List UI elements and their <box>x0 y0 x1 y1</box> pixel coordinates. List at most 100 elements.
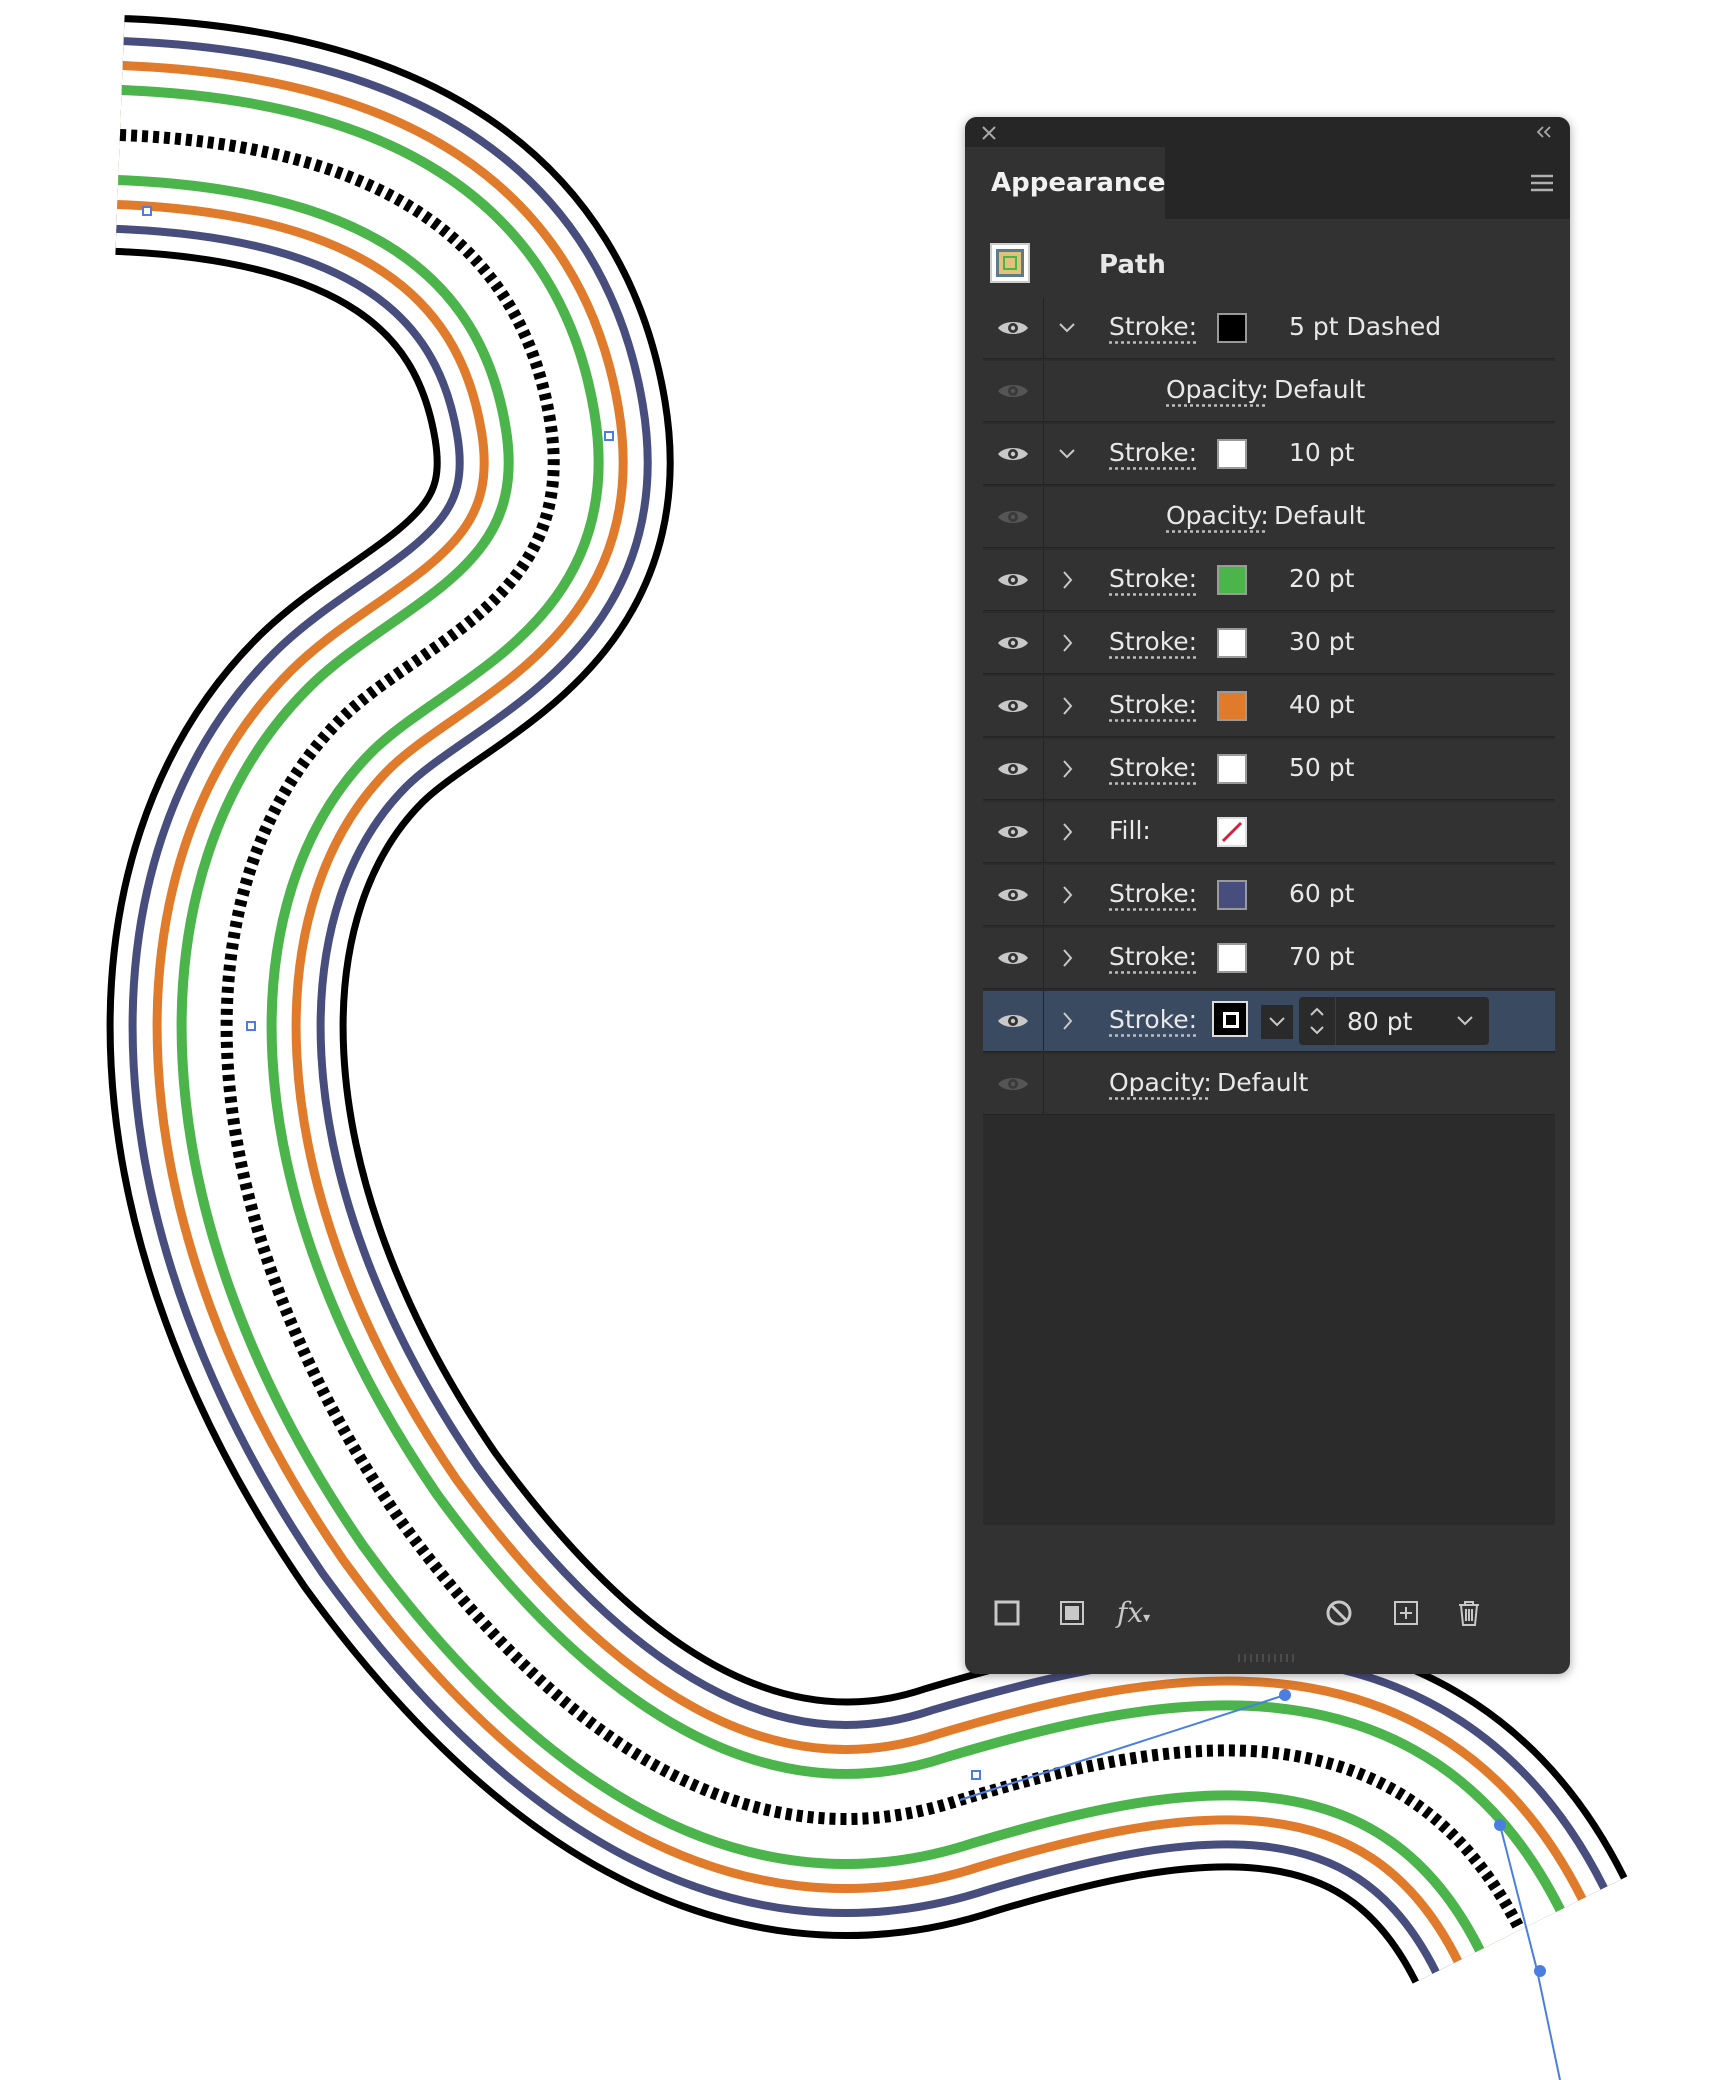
opacity-label[interactable]: Opacity: <box>1166 375 1269 404</box>
stroke-label[interactable]: Stroke: <box>1109 690 1197 719</box>
visibility-column <box>983 1054 1044 1114</box>
chevron-right-icon[interactable] <box>1055 819 1079 845</box>
chevron-right-icon[interactable] <box>1055 1008 1079 1034</box>
stroke-label[interactable]: Stroke: <box>1109 753 1197 782</box>
visibility-eye-icon[interactable] <box>996 318 1030 338</box>
stroke-row[interactable]: Stroke: 40 pt <box>983 676 1555 737</box>
close-icon[interactable] <box>979 123 999 143</box>
stroke-weight-text: 50 pt <box>1289 753 1355 782</box>
opacity-row[interactable]: Opacity: Default <box>983 361 1555 422</box>
visibility-eye-icon[interactable] <box>996 1074 1030 1094</box>
stroke-color-swatch[interactable] <box>1217 628 1247 658</box>
path-thumbnail-icon <box>990 243 1030 283</box>
stroke-color-swatch[interactable] <box>1217 880 1247 910</box>
visibility-column <box>983 928 1044 988</box>
stroke-row[interactable]: Stroke: 70 pt <box>983 928 1555 989</box>
swatch-dropdown-chevron-icon[interactable] <box>1261 1005 1293 1039</box>
panel-titlebar[interactable] <box>965 117 1570 147</box>
stroke-color-swatch[interactable] <box>1217 754 1247 784</box>
chevron-right-icon[interactable] <box>1055 945 1079 971</box>
opacity-value: Default <box>1274 501 1366 530</box>
chevron-right-icon[interactable] <box>1055 630 1079 656</box>
opacity-label[interactable]: Opacity: <box>1166 501 1269 530</box>
path-label: Path <box>1099 250 1166 280</box>
fill-label[interactable]: Fill: <box>1109 816 1151 845</box>
weight-dropdown-chevron-icon[interactable] <box>1447 1003 1483 1039</box>
stroke-weight-text: 20 pt <box>1289 564 1355 593</box>
stroke-weight-text: 30 pt <box>1289 627 1355 656</box>
visibility-column <box>983 802 1044 862</box>
stroke-weight-field[interactable]: 80 pt <box>1299 997 1489 1045</box>
stepper-arrows-icon[interactable] <box>1305 1003 1329 1039</box>
stroke-label[interactable]: Stroke: <box>1109 879 1197 908</box>
visibility-eye-icon[interactable] <box>996 507 1030 527</box>
stroke-color-swatch[interactable] <box>1217 565 1247 595</box>
chevron-down-icon[interactable] <box>1055 441 1079 467</box>
stroke-color-swatch[interactable] <box>1217 691 1247 721</box>
fx-icon[interactable]: fx▾ <box>1117 1597 1167 1629</box>
stroke-row[interactable]: Stroke: 30 pt <box>983 613 1555 674</box>
visibility-column <box>983 361 1044 421</box>
stroke-color-swatch[interactable] <box>1217 943 1247 973</box>
visibility-column <box>983 991 1044 1051</box>
stroke-label[interactable]: Stroke: <box>1109 1005 1197 1034</box>
opacity-row[interactable]: Opacity: Default <box>983 1054 1555 1115</box>
visibility-column <box>983 298 1044 358</box>
stroke-row[interactable]: Stroke: 80 pt <box>983 991 1555 1052</box>
visibility-eye-icon[interactable] <box>996 633 1030 653</box>
visibility-eye-icon[interactable] <box>996 444 1030 464</box>
tab-appearance[interactable]: Appearance <box>965 147 1165 219</box>
stroke-label[interactable]: Stroke: <box>1109 312 1197 341</box>
path-header-row[interactable]: Path <box>983 234 1555 299</box>
stroke-color-swatch[interactable] <box>1217 439 1247 469</box>
opacity-value: Default <box>1274 375 1366 404</box>
stroke-swatch-selected[interactable] <box>1212 1001 1248 1037</box>
resize-grip-icon[interactable] <box>1233 1652 1303 1664</box>
visibility-eye-icon[interactable] <box>996 696 1030 716</box>
stroke-label[interactable]: Stroke: <box>1109 564 1197 593</box>
collapse-icon[interactable] <box>1534 123 1556 141</box>
visibility-eye-icon[interactable] <box>996 885 1030 905</box>
opacity-row[interactable]: Opacity: Default <box>983 487 1555 548</box>
stroke-row[interactable]: Stroke: 50 pt <box>983 739 1555 800</box>
visibility-column <box>983 613 1044 673</box>
stroke-weight-value[interactable]: 80 pt <box>1347 1007 1412 1036</box>
visibility-column <box>983 865 1044 925</box>
delete-item-icon[interactable] <box>1453 1597 1485 1629</box>
chevron-down-icon[interactable] <box>1055 315 1079 341</box>
opacity-value: Default <box>1217 1068 1309 1097</box>
stroke-row[interactable]: Stroke: 10 pt <box>983 424 1555 485</box>
visibility-eye-icon[interactable] <box>996 1011 1030 1031</box>
stroke-row[interactable]: Stroke: 20 pt <box>983 550 1555 611</box>
add-stroke-icon[interactable] <box>991 1597 1023 1629</box>
none-swatch-icon[interactable] <box>1217 817 1247 847</box>
hamburger-menu-icon[interactable] <box>1528 171 1556 195</box>
add-fill-icon[interactable] <box>1056 1597 1088 1629</box>
visibility-eye-icon[interactable] <box>996 948 1030 968</box>
chevron-right-icon[interactable] <box>1055 882 1079 908</box>
stroke-label[interactable]: Stroke: <box>1109 627 1197 656</box>
stroke-label[interactable]: Stroke: <box>1109 942 1197 971</box>
fx-label: fx <box>1117 1596 1144 1629</box>
visibility-eye-icon[interactable] <box>996 822 1030 842</box>
chevron-right-icon[interactable] <box>1055 756 1079 782</box>
panel-footer-toolbar: fx▾ <box>965 1579 1570 1649</box>
duplicate-item-icon[interactable] <box>1390 1597 1422 1629</box>
stroke-row[interactable]: Stroke: 60 pt <box>983 865 1555 926</box>
visibility-column <box>983 676 1044 736</box>
clear-appearance-icon[interactable] <box>1323 1597 1355 1629</box>
stroke-label[interactable]: Stroke: <box>1109 438 1197 467</box>
stroke-weight-text: 5 pt Dashed <box>1289 312 1442 341</box>
fill-row[interactable]: Fill: <box>983 802 1555 863</box>
visibility-eye-icon[interactable] <box>996 759 1030 779</box>
chevron-right-icon[interactable] <box>1055 693 1079 719</box>
chevron-right-icon[interactable] <box>1055 567 1079 593</box>
stroke-weight-text: 40 pt <box>1289 690 1355 719</box>
visibility-eye-icon[interactable] <box>996 570 1030 590</box>
opacity-label[interactable]: Opacity: <box>1109 1068 1212 1097</box>
visibility-column <box>983 550 1044 610</box>
stroke-weight-text: 60 pt <box>1289 879 1355 908</box>
stroke-color-swatch[interactable] <box>1217 313 1247 343</box>
stroke-row[interactable]: Stroke: 5 pt Dashed <box>983 298 1555 359</box>
visibility-eye-icon[interactable] <box>996 381 1030 401</box>
